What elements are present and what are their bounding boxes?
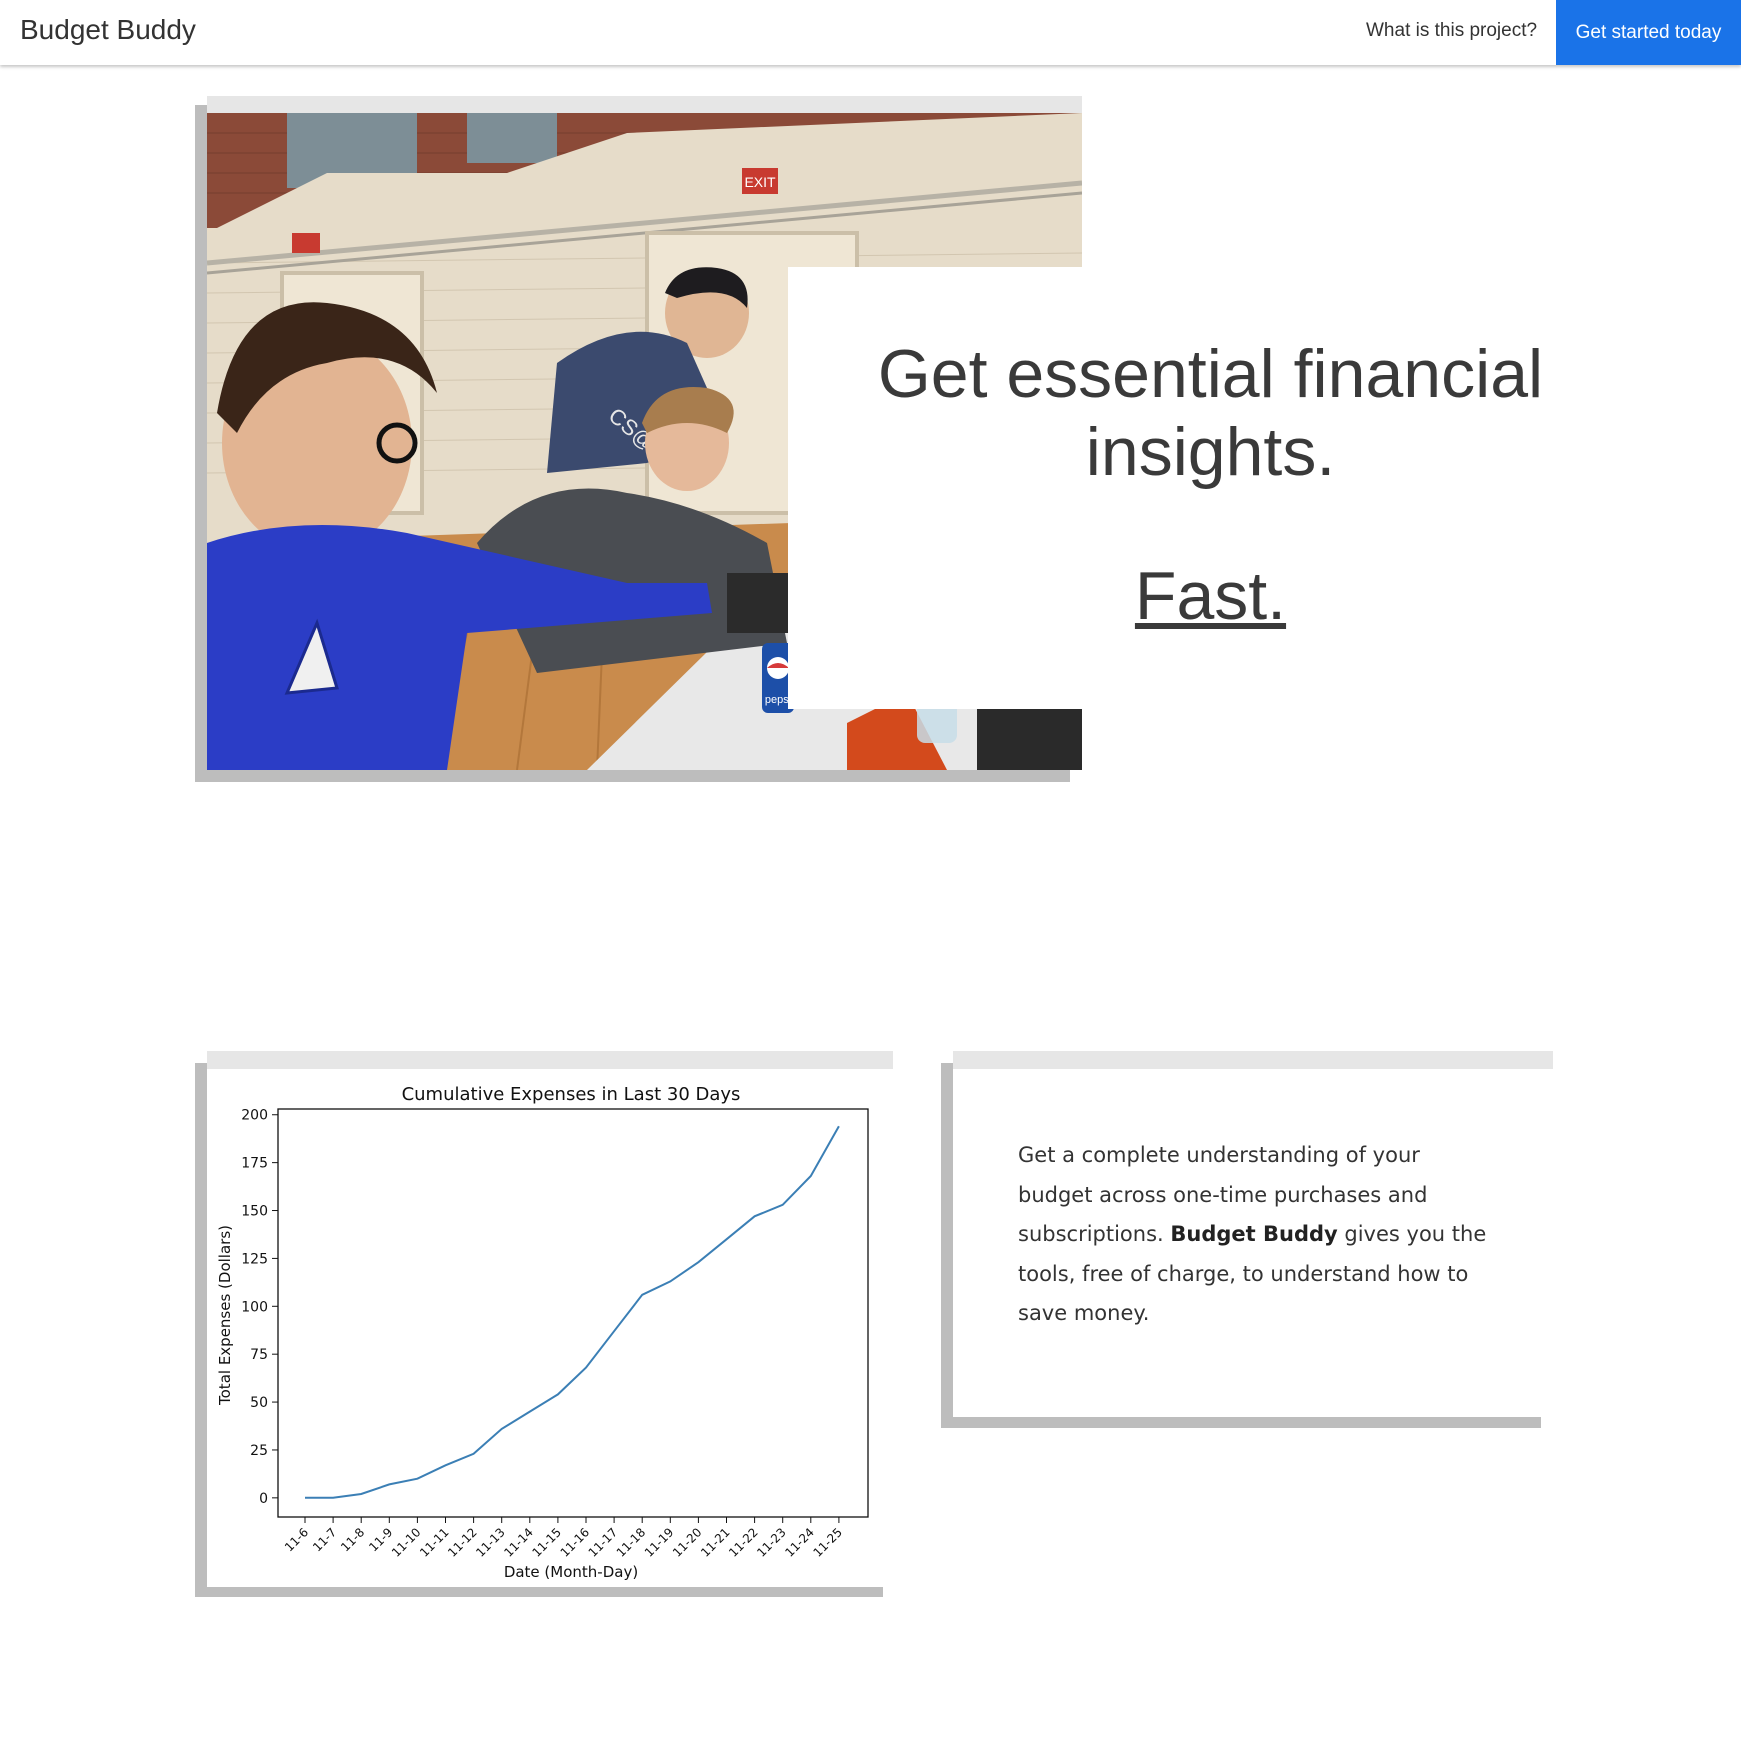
x-tick-label: 11-7 xyxy=(310,1525,339,1554)
hero-headline: Get essential financial insights. xyxy=(877,336,1544,490)
expenses-chart: Cumulative Expenses in Last 30 Days Date… xyxy=(207,1069,893,1587)
info-brand-name: Budget Buddy xyxy=(1170,1222,1338,1246)
x-tick-label: 11-11 xyxy=(417,1525,452,1560)
y-tick-label: 150 xyxy=(241,1204,268,1220)
x-tick-label: 11-16 xyxy=(558,1525,593,1560)
x-tick-label: 11-18 xyxy=(614,1525,649,1560)
y-tick-label: 75 xyxy=(250,1347,268,1363)
expenses-chart-svg: Cumulative Expenses in Last 30 Days Date… xyxy=(216,1084,869,1581)
x-tick-label: 11-21 xyxy=(698,1525,733,1560)
x-tick-label: 11-14 xyxy=(501,1525,536,1560)
x-tick-label: 11-10 xyxy=(389,1525,424,1560)
chart-card-topbar xyxy=(207,1051,893,1069)
navbar: Budget Buddy What is this project? Get s… xyxy=(0,0,1741,65)
what-is-this-project-link[interactable]: What is this project? xyxy=(1366,20,1537,42)
chart-title: Cumulative Expenses in Last 30 Days xyxy=(402,1084,741,1105)
y-tick-label: 200 xyxy=(241,1108,268,1124)
y-tick-label: 100 xyxy=(241,1299,268,1315)
y-tick-label: 50 xyxy=(250,1395,268,1411)
y-tick-label: 0 xyxy=(259,1491,268,1507)
hero-emphasis: Fast. xyxy=(1134,558,1287,634)
get-started-button[interactable]: Get started today xyxy=(1556,0,1741,65)
x-tick-label: 11-25 xyxy=(810,1525,845,1560)
chart-x-axis-label: Date (Month-Day) xyxy=(504,1563,638,1581)
y-tick-label: 25 xyxy=(250,1443,268,1459)
svg-text:EXIT: EXIT xyxy=(744,174,776,190)
x-tick-label: 11-24 xyxy=(782,1525,817,1560)
x-tick-label: 11-15 xyxy=(529,1525,564,1560)
x-tick-label: 11-23 xyxy=(754,1525,789,1560)
chart-plot-area xyxy=(277,1108,869,1518)
info-paragraph: Get a complete understanding of your bud… xyxy=(1018,1136,1498,1334)
y-tick-label: 125 xyxy=(241,1251,268,1267)
x-tick-label: 11-8 xyxy=(338,1525,367,1554)
x-tick-label: 11-22 xyxy=(726,1525,761,1560)
y-tick-label: 175 xyxy=(241,1156,268,1172)
hero-text-card: Get essential financial insights. Fast. xyxy=(788,267,1633,709)
x-tick-label: 11-20 xyxy=(670,1525,705,1560)
cumulative-expenses-line xyxy=(305,1125,840,1499)
info-card: Get a complete understanding of your bud… xyxy=(953,1069,1553,1417)
info-card-topbar xyxy=(953,1051,1553,1069)
x-tick-label: 11-12 xyxy=(445,1525,480,1560)
x-tick-label: 11-19 xyxy=(642,1525,677,1560)
x-tick-label: 11-17 xyxy=(586,1525,621,1560)
chart-y-axis-label: Total Expenses (Dollars) xyxy=(216,1225,234,1406)
brand-logo-link[interactable]: Budget Buddy xyxy=(20,14,196,46)
x-tick-label: 11-13 xyxy=(473,1525,508,1560)
x-tick-label: 11-6 xyxy=(282,1525,311,1554)
